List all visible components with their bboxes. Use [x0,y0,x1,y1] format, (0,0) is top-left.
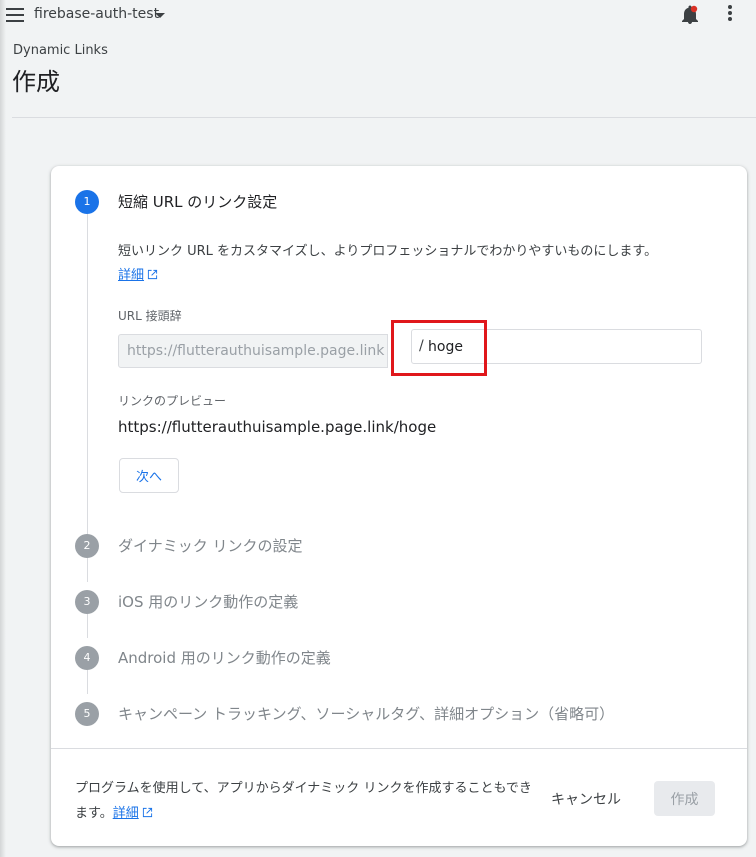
step-badge-5: 5 [75,702,99,726]
cancel-button[interactable]: キャンセル [538,781,634,816]
step-title-5[interactable]: キャンペーン トラッキング、ソーシャルタグ、詳細オプション（省略可） [118,703,614,724]
step-title-2[interactable]: ダイナミック リンクの設定 [118,535,302,556]
hamburger-menu-icon[interactable] [6,8,24,22]
url-prefix-label: URL 接頭辞 [118,309,182,323]
top-bar: firebase-auth-test [0,0,756,32]
step-badge-3: 3 [75,590,99,614]
step-title-3[interactable]: iOS 用のリンク動作の定義 [118,591,298,612]
step-title-4[interactable]: Android 用のリンク動作の定義 [118,647,331,668]
notification-bell-icon[interactable] [681,5,699,25]
open-in-new-icon [147,269,158,280]
footer-text: プログラムを使用して、アプリからダイナミック リンクを作成することもできます。詳… [75,781,532,821]
step-connector-1 [87,214,88,536]
header-divider [12,117,756,118]
next-button[interactable]: 次へ [119,458,179,493]
step-description: 短いリンク URL をカスタマイズし、よりプロフェッショナルでわかりやすいものに… [118,244,658,259]
page-title: 作成 [12,68,60,96]
open-in-new-icon [142,807,152,818]
highlight-box [391,320,487,376]
step-connector-3 [87,614,88,638]
url-prefix-field: https://flutterauthuisample.page.link [118,334,388,368]
step-title-1: 短縮 URL のリンク設定 [118,193,278,211]
step-connector-4 [87,670,88,694]
link-preview-value: https://flutterauthuisample.page.link/ho… [118,418,437,436]
step-connector-2 [87,558,88,582]
footer-learn-more-link[interactable]: 詳細 [113,806,153,821]
breadcrumb[interactable]: Dynamic Links [13,43,108,58]
link-preview-label: リンクのプレビュー [118,394,227,408]
step-badge-2: 2 [75,534,99,558]
step-badge-4: 4 [75,646,99,670]
left-shadow [0,0,6,857]
create-button[interactable]: 作成 [654,781,715,816]
learn-more-link[interactable]: 詳細 [118,264,158,283]
project-selector[interactable]: firebase-auth-test [34,6,159,22]
step-badge-1: 1 [75,190,99,214]
caret-down-icon[interactable] [155,13,165,18]
create-link-card: 1 短縮 URL のリンク設定 短いリンク URL をカスタマイズし、よりプロフ… [51,166,747,846]
more-vert-icon[interactable] [726,5,734,25]
card-footer-divider [51,748,747,749]
